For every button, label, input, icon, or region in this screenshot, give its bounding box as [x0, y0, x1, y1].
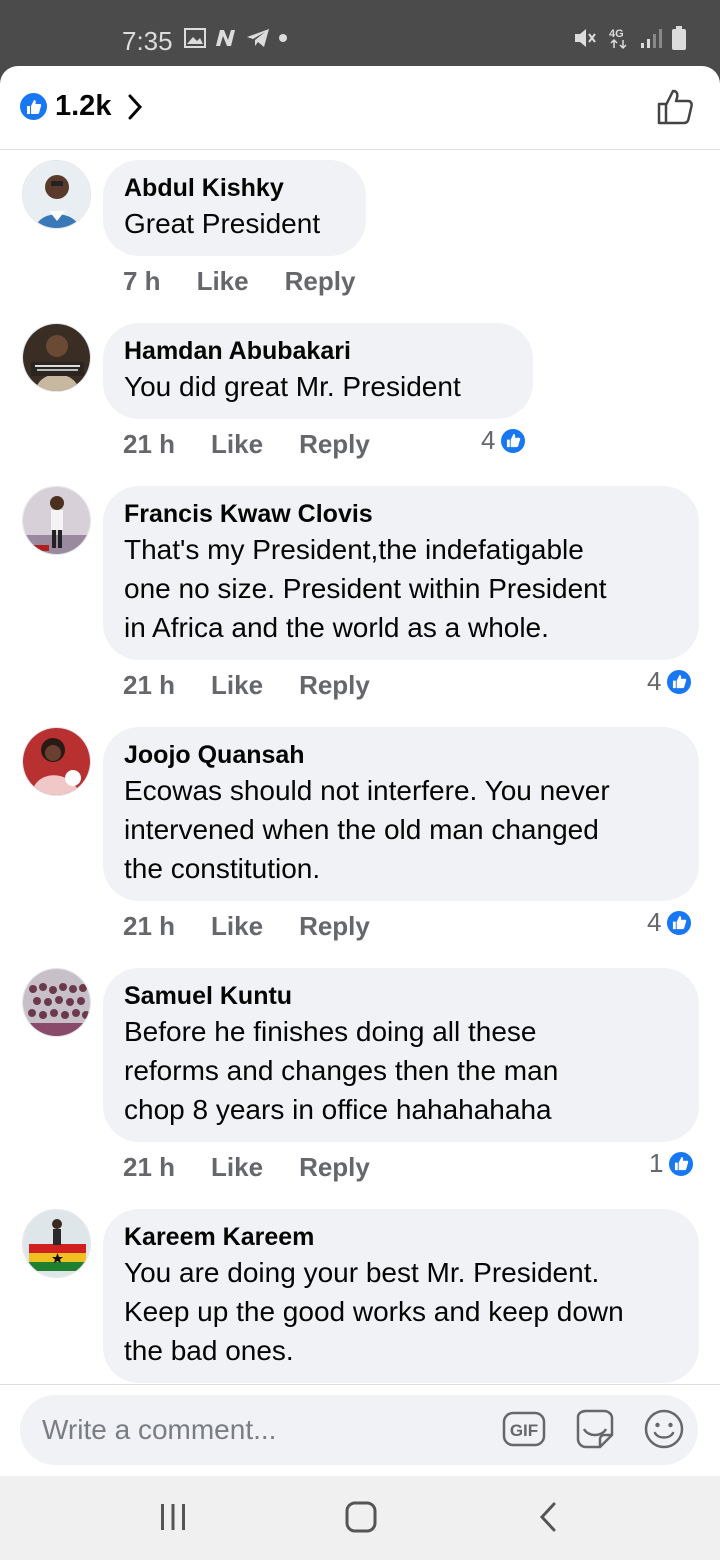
status-time: 7:35 [122, 26, 173, 56]
like-reaction-icon [665, 908, 694, 937]
navigation-bar [0, 1476, 720, 1560]
comment-composer: GIF [0, 1384, 720, 1476]
home-icon [345, 1501, 377, 1533]
reply-button[interactable]: Reply [285, 266, 356, 297]
emoji-button[interactable] [642, 1407, 686, 1456]
sheet-header: 1.2k [0, 66, 720, 150]
avatar[interactable] [22, 160, 91, 229]
comment-time[interactable]: 21 h [123, 1152, 175, 1183]
comment-text: Before he finishes doing all these refor… [124, 1016, 559, 1125]
comment-text: Ecowas should not interfere. You never i… [124, 775, 610, 884]
battery-icon [672, 26, 686, 50]
n-app-notification-icon [216, 30, 235, 46]
avatar[interactable] [22, 968, 91, 1037]
comment-reactions[interactable]: 4 [481, 425, 528, 456]
comment-author[interactable]: Francis Kwaw Clovis [124, 498, 678, 530]
notification-icons [184, 28, 288, 48]
back-icon [539, 1502, 556, 1532]
like-comment-button[interactable]: Like [211, 670, 263, 701]
comments-sheet: 1.2k Abdul Kishky Great President 7 h Li… [0, 66, 720, 1476]
like-reaction-icon [20, 93, 47, 120]
comment-author[interactable]: Kareem Kareem [124, 1221, 678, 1253]
like-comment-button[interactable]: Like [197, 266, 249, 297]
comment-text: You did great Mr. President [124, 371, 461, 402]
comment-actions: 21 h Like Reply [123, 429, 370, 460]
comment-reactions[interactable]: 4 [647, 666, 694, 697]
more-notifications-dot-icon [279, 34, 287, 42]
comments-list: Abdul Kishky Great President 7 h Like Re… [0, 150, 720, 1384]
reaction-count: 1 [649, 1148, 664, 1178]
comment-text: That's my President,the indefatigable on… [124, 534, 607, 643]
like-reaction-icon [499, 426, 528, 455]
recent-apps-button[interactable] [158, 1500, 188, 1539]
comment-time[interactable]: 21 h [123, 429, 175, 460]
comment-item: Samuel Kuntu Before he finishes doing al… [0, 968, 720, 1188]
comment-item: Francis Kwaw Clovis That's my President,… [0, 486, 720, 706]
sticker-icon [576, 1409, 614, 1449]
gif-button[interactable]: GIF [502, 1407, 546, 1456]
signal-icon [641, 29, 662, 48]
comment-item: Joojo Quansah Ecowas should not interfer… [0, 727, 720, 947]
reaction-count: 4 [647, 666, 662, 696]
gif-icon: GIF [502, 1411, 546, 1447]
svg-text:4G: 4G [609, 28, 624, 40]
status-bar: 7:35 4G [0, 0, 720, 66]
comment-bubble[interactable]: Joojo Quansah Ecowas should not interfer… [103, 727, 699, 901]
comment-time[interactable]: 21 h [123, 670, 175, 701]
comment-time[interactable]: 21 h [123, 911, 175, 942]
comment-text: Great President [124, 208, 321, 239]
reply-button[interactable]: Reply [299, 911, 370, 942]
comment-text: You are doing your best Mr. President. K… [124, 1257, 624, 1366]
comment-author[interactable]: Samuel Kuntu [124, 980, 678, 1012]
telegram-notification-icon [247, 29, 269, 47]
comment-reactions[interactable]: 4 [647, 907, 694, 938]
chevron-right-icon [128, 94, 143, 119]
avatar[interactable] [22, 323, 91, 392]
reaction-count: 1.2k [55, 90, 112, 122]
comment-reactions[interactable]: 1 [649, 1148, 696, 1179]
back-button[interactable] [536, 1500, 560, 1539]
recent-apps-icon [161, 1504, 185, 1530]
comment-bubble[interactable]: Kareem Kareem You are doing your best Mr… [103, 1209, 699, 1383]
reply-button[interactable]: Reply [299, 670, 370, 701]
mute-icon [575, 29, 596, 47]
like-comment-button[interactable]: Like [211, 429, 263, 460]
sticker-button[interactable] [572, 1407, 616, 1456]
like-comment-button[interactable]: Like [211, 1152, 263, 1183]
thumbs-up-outline-icon [657, 89, 693, 125]
avatar[interactable] [22, 1209, 91, 1278]
comment-item: Hamdan Abubakari You did great Mr. Presi… [0, 323, 720, 463]
comment-author[interactable]: Hamdan Abubakari [124, 335, 512, 367]
avatar[interactable] [22, 486, 91, 555]
reaction-count: 4 [481, 425, 496, 455]
reply-button[interactable]: Reply [299, 1152, 370, 1183]
system-icons: 4G [572, 26, 686, 50]
comment-actions: 21 h Like Reply [123, 670, 370, 701]
comment-actions: 21 h Like Reply [123, 1152, 370, 1183]
svg-text:GIF: GIF [510, 1421, 538, 1440]
like-post-button[interactable] [656, 88, 694, 131]
home-button[interactable] [344, 1500, 378, 1539]
gallery-notification-icon [184, 28, 206, 48]
reply-button[interactable]: Reply [299, 429, 370, 460]
4g-icon: 4G [609, 28, 627, 50]
reaction-count: 4 [647, 907, 662, 937]
reactions-summary[interactable]: 1.2k [20, 90, 143, 123]
comment-item: Kareem Kareem You are doing your best Mr… [0, 1209, 720, 1384]
comment-author[interactable]: Joojo Quansah [124, 739, 678, 771]
comment-item: Abdul Kishky Great President 7 h Like Re… [0, 160, 720, 300]
comment-time[interactable]: 7 h [123, 266, 161, 297]
comment-bubble[interactable]: Samuel Kuntu Before he finishes doing al… [103, 968, 699, 1142]
avatar[interactable] [22, 727, 91, 796]
comment-bubble[interactable]: Hamdan Abubakari You did great Mr. Presi… [103, 323, 533, 419]
like-comment-button[interactable]: Like [211, 911, 263, 942]
emoji-icon [644, 1409, 684, 1449]
like-reaction-icon [667, 1149, 696, 1178]
comment-actions: 7 h Like Reply [123, 266, 355, 297]
like-reaction-icon [665, 667, 694, 696]
comment-bubble[interactable]: Francis Kwaw Clovis That's my President,… [103, 486, 699, 660]
comment-actions: 21 h Like Reply [123, 911, 370, 942]
comment-author[interactable]: Abdul Kishky [124, 172, 345, 204]
comment-bubble[interactable]: Abdul Kishky Great President [103, 160, 366, 256]
